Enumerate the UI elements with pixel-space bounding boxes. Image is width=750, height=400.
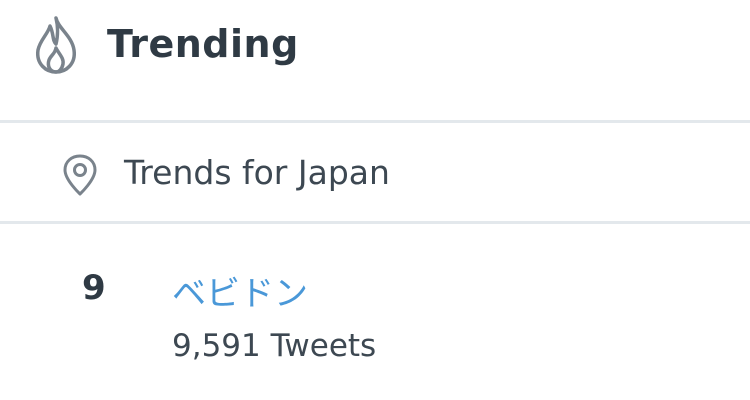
trending-panel: Trending Trends for Japan 9 ベビドン 9,591 T…	[0, 0, 750, 400]
trend-item[interactable]: 9 ベビドン 9,591 Tweets	[0, 224, 750, 400]
trending-header: Trending	[0, 0, 750, 120]
location-label: Trends for Japan	[124, 153, 390, 192]
page-title: Trending	[107, 22, 299, 66]
trend-link[interactable]: ベビドン	[172, 266, 308, 315]
location-pin-icon	[63, 154, 97, 196]
trends-location-selector[interactable]: Trends for Japan	[0, 123, 750, 221]
trend-tweet-count: 9,591 Tweets	[172, 328, 377, 364]
flame-icon	[36, 16, 76, 74]
trend-rank: 9	[82, 268, 106, 308]
